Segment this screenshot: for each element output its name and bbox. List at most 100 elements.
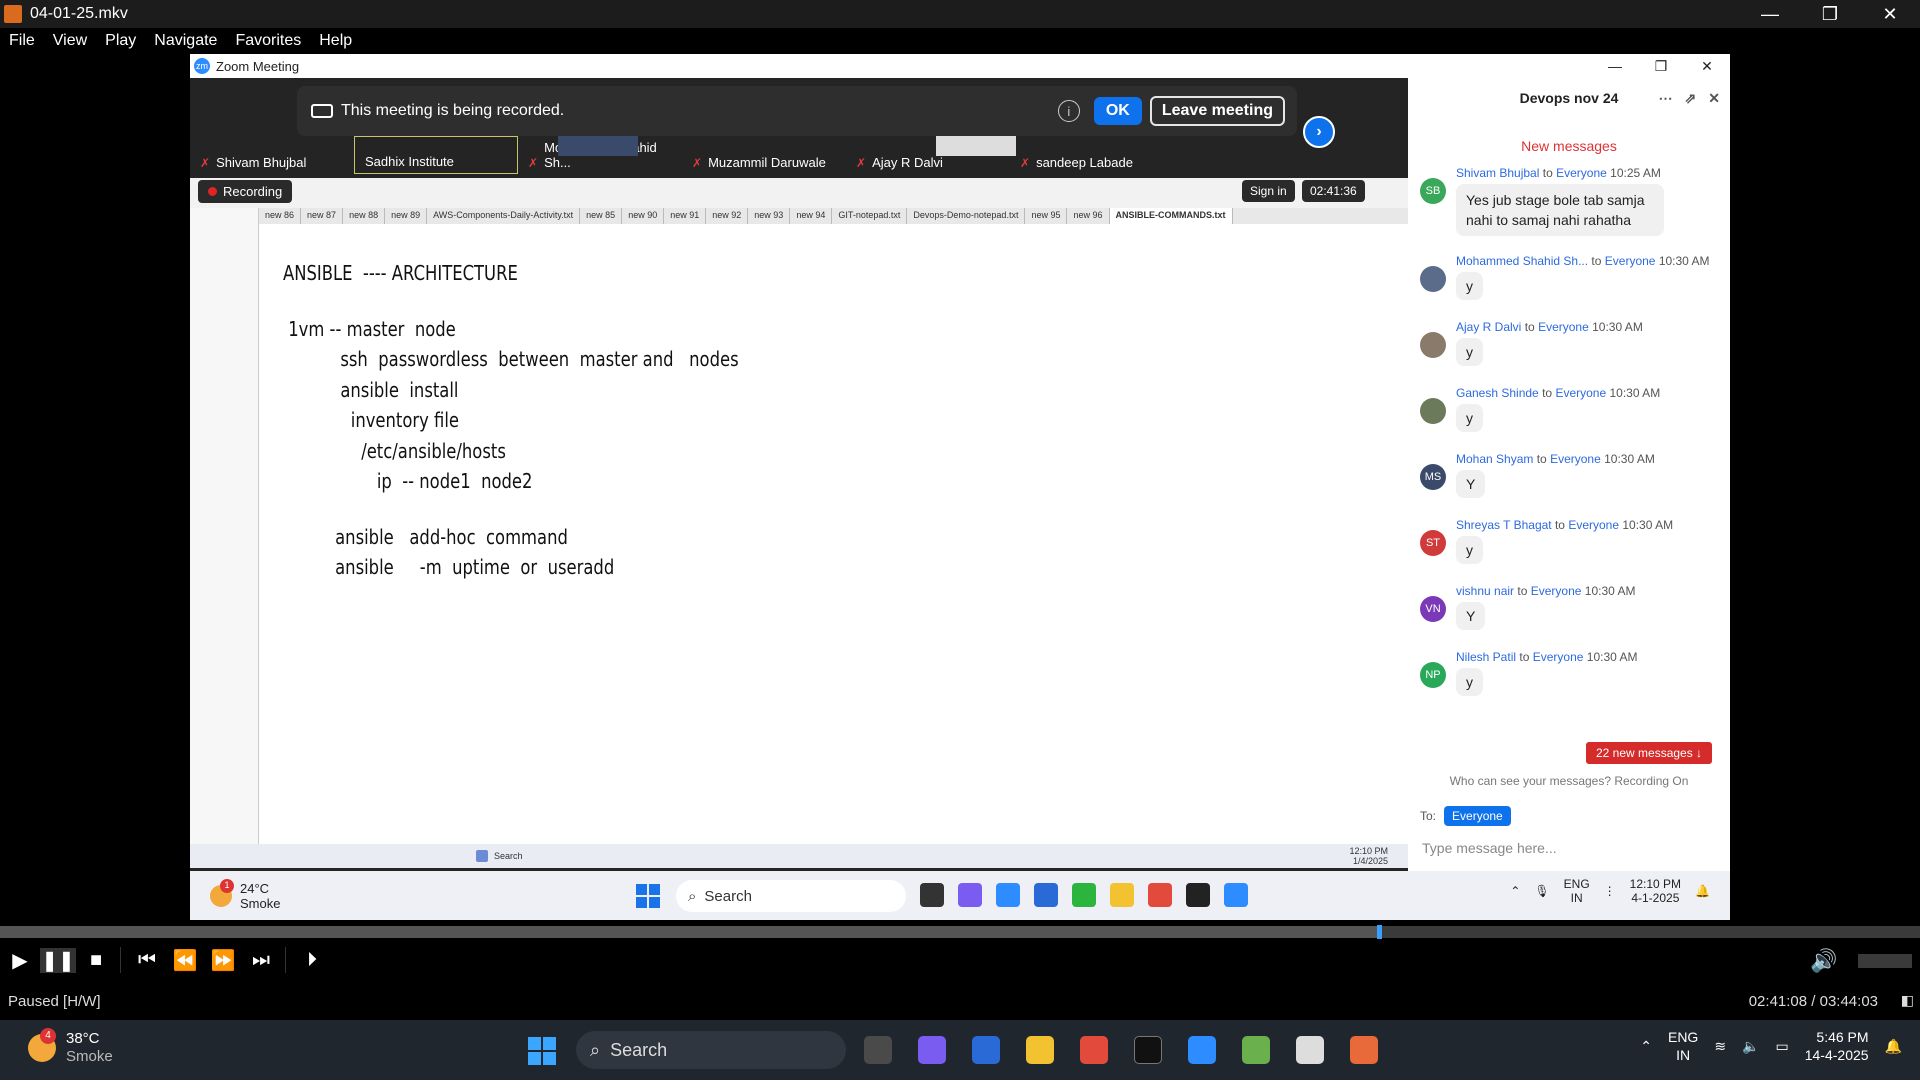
info-icon[interactable]: i	[1057, 100, 1080, 122]
notification-icon[interactable]: 🔔	[1885, 1038, 1902, 1055]
host-lang[interactable]: ENG	[1668, 1028, 1698, 1046]
zoom-minimize-icon[interactable]: —	[1592, 58, 1638, 75]
notepad-tab[interactable]: new 88	[343, 208, 386, 224]
sender-name[interactable]: Ganesh Shinde	[1456, 386, 1539, 400]
leave-meeting-button[interactable]: Leave meeting	[1149, 96, 1285, 126]
sender-name[interactable]: Nilesh Patil	[1456, 650, 1516, 664]
copilot-icon[interactable]	[918, 1036, 946, 1064]
seek-handle[interactable]	[1376, 925, 1382, 939]
next-icon[interactable]: ⏭	[243, 949, 279, 972]
volume-icon[interactable]: 🔊	[1810, 948, 1837, 974]
previous-icon[interactable]: ⏮	[129, 949, 165, 972]
host-search[interactable]: ⌕ Search	[576, 1031, 846, 1069]
minimize-button[interactable]: —	[1740, 0, 1800, 28]
sender-name[interactable]: Shreyas T Bhagat	[1456, 518, 1552, 532]
sender-name[interactable]: Ajay R Dalvi	[1456, 320, 1521, 334]
participant-tile[interactable]: ✗ Mohammed Shahid Sh...	[518, 136, 682, 174]
shared-screen: Recording Sign in 02:41:36 new 86 new 87 n…	[190, 178, 1408, 868]
seek-bar[interactable]	[0, 925, 1920, 939]
participant-tile[interactable]: ✗ Muzammil Daruwale	[682, 136, 846, 174]
popout-icon[interactable]: ⇗	[1685, 90, 1697, 107]
host-region: IN	[1676, 1047, 1691, 1063]
notepad-tab[interactable]: GIT-notepad.txt	[832, 208, 908, 224]
participant-tile[interactable]: ✗ Shivam Bhujbal	[190, 136, 354, 174]
notepad-tab[interactable]: new 94	[790, 208, 833, 224]
sign-in-button[interactable]: Sign in	[1242, 180, 1295, 202]
host-weather[interactable]: 4 38°C Smoke	[28, 1028, 113, 1066]
volume-slider[interactable]	[1858, 954, 1912, 968]
ok-button[interactable]: OK	[1093, 97, 1142, 125]
chat-message: NP Nilesh Patil to Everyone 10:30 AM y	[1408, 650, 1730, 716]
obs-icon[interactable]	[1134, 1036, 1162, 1064]
next-page-icon[interactable]: ›	[1303, 116, 1335, 148]
participant-tile[interactable]: ✗ sandeep Labade	[1010, 136, 1174, 174]
notepad-tab[interactable]: Devops-Demo-notepad.txt	[907, 208, 1026, 224]
who-can-see-link[interactable]: Who can see your messages? Recording On	[1408, 774, 1730, 788]
sender-name[interactable]: Shivam Bhujbal	[1456, 166, 1539, 180]
forward-icon[interactable]: ⏩	[205, 948, 241, 973]
explorer-icon[interactable]	[1026, 1036, 1054, 1064]
close-chat-icon[interactable]: ✕	[1708, 90, 1720, 107]
chat-input[interactable]: Type message here...	[1422, 840, 1557, 856]
volume-tray-icon[interactable]: 🔈	[1742, 1038, 1759, 1055]
menu-favorites[interactable]: Favorites	[235, 32, 301, 50]
status-icon: ◧	[1900, 992, 1914, 1008]
avatar: SB	[1420, 178, 1446, 204]
recipient-name: Everyone	[1555, 386, 1607, 400]
new-messages-divider: New messages	[1521, 138, 1617, 154]
playback-time: 02:41:08 / 03:44:03	[1748, 992, 1878, 1010]
notepad-tab[interactable]: new 90	[622, 208, 665, 224]
chevron-up-icon: ⌃	[1510, 884, 1521, 898]
menu-navigate[interactable]: Navigate	[154, 32, 217, 50]
new-messages-button[interactable]: 22 new messages ↓	[1586, 742, 1713, 764]
player-app-icon	[4, 5, 22, 23]
start-button[interactable]	[528, 1037, 556, 1065]
media-player-icon[interactable]	[1350, 1036, 1378, 1064]
restore-button[interactable]: ❐	[1800, 0, 1860, 28]
chrome-icon[interactable]	[1080, 1036, 1108, 1064]
sender-name[interactable]: Mohan Shyam	[1456, 452, 1533, 466]
sender-name[interactable]: vishnu nair	[1456, 584, 1514, 598]
participant-tile[interactable]: Sadhix Institute	[354, 136, 518, 174]
wifi-icon[interactable]: ≋	[1714, 1038, 1726, 1055]
host-time[interactable]: 5:46 PM	[1805, 1028, 1868, 1046]
notepad-tab[interactable]: ANSIBLE-COMMANDS.txt	[1109, 208, 1233, 224]
avatar	[1420, 398, 1446, 424]
zoom-icon[interactable]	[1188, 1036, 1216, 1064]
rewind-icon[interactable]: ⏪	[167, 948, 203, 973]
zoom-restore-icon[interactable]: ❐	[1638, 58, 1684, 75]
menu-view[interactable]: View	[53, 32, 87, 50]
play-icon[interactable]: ▶	[2, 948, 38, 973]
host-date[interactable]: 14-4-2025	[1805, 1046, 1869, 1064]
notepad-tab[interactable]: new 85	[580, 208, 623, 224]
calendar-icon[interactable]	[1296, 1036, 1324, 1064]
menu-play[interactable]: Play	[105, 32, 136, 50]
close-button[interactable]: ✕	[1860, 0, 1920, 28]
frame-step-icon[interactable]: ⏵	[294, 949, 330, 972]
chevron-up-icon[interactable]: ⌃	[1640, 1038, 1652, 1055]
notepad-plus-icon[interactable]	[1242, 1036, 1270, 1064]
zoom-logo-icon: zm	[194, 58, 210, 74]
battery-icon[interactable]: ▭	[1776, 1038, 1789, 1055]
notepad-tab[interactable]: new 91	[664, 208, 707, 224]
notepad-tab[interactable]: new 86	[259, 208, 302, 224]
menu-help[interactable]: Help	[319, 32, 352, 50]
pause-icon[interactable]: ❚❚	[40, 947, 76, 973]
notepad-tab[interactable]: new 95	[1025, 208, 1068, 224]
notepad-tab[interactable]: new 93	[748, 208, 791, 224]
notepad-tab[interactable]: new 87	[301, 208, 344, 224]
sender-name[interactable]: Mohammed Shahid Sh...	[1456, 254, 1588, 268]
recipient-dropdown[interactable]: Everyone	[1444, 806, 1511, 826]
stop-icon[interactable]: ■	[78, 949, 114, 972]
zoom-close-icon[interactable]: ✕	[1684, 58, 1730, 75]
message-time: 10:30 AM	[1592, 320, 1643, 334]
vscode-icon[interactable]	[972, 1036, 1000, 1064]
notepad-tab[interactable]: AWS-Components-Daily-Activity.txt	[427, 208, 581, 224]
more-icon[interactable]: ⋯	[1659, 90, 1673, 107]
menu-file[interactable]: File	[9, 32, 35, 50]
notepad-tab[interactable]: new 92	[706, 208, 749, 224]
notepad-tab[interactable]: new 89	[385, 208, 428, 224]
notepad-tab[interactable]: new 96	[1067, 208, 1110, 224]
participant-tile[interactable]: ✗ Ajay R Dalvi	[846, 136, 1016, 174]
taskview-icon[interactable]	[864, 1036, 892, 1064]
